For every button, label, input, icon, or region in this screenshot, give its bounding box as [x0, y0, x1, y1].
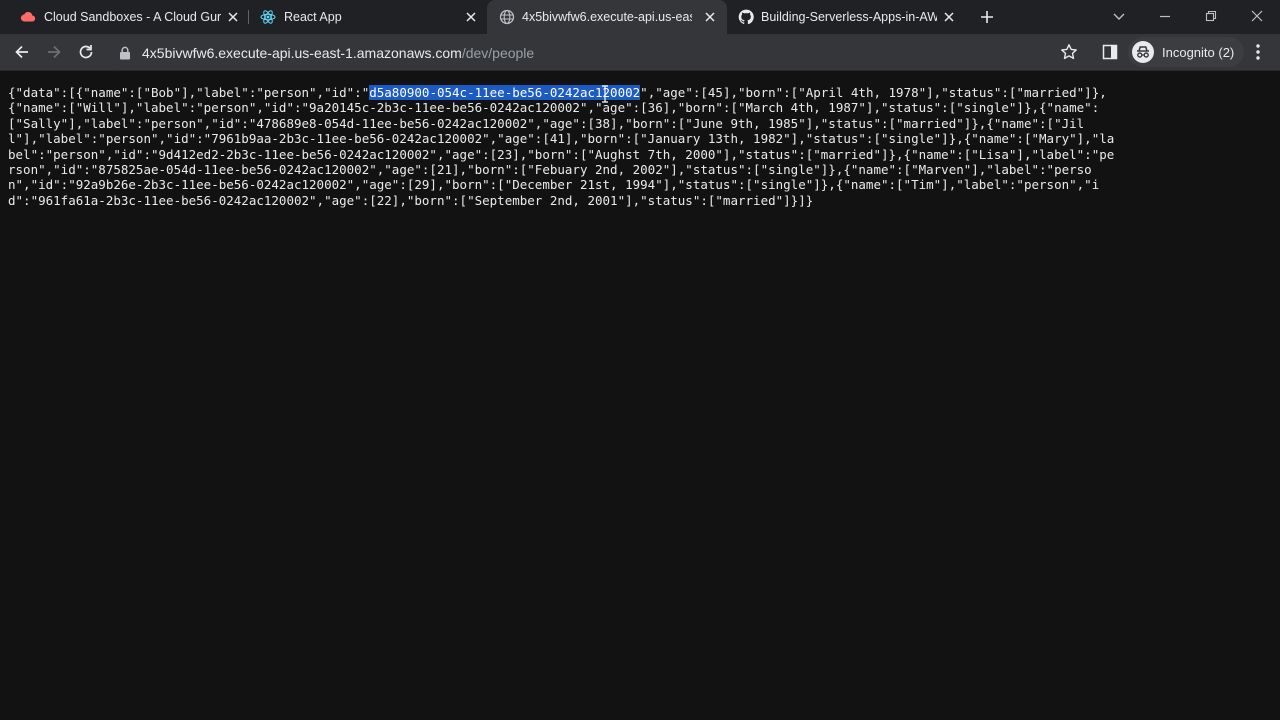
tab-github-repo[interactable]: Building-Serverless-Apps-in-AWS: [727, 0, 967, 34]
tab-react-app[interactable]: React App: [240, 0, 488, 34]
github-icon: [738, 9, 754, 25]
json-text-after-selection: ","age":[45],"born":["April 4th, 1978"],…: [8, 85, 1115, 208]
tab-close-icon[interactable]: [942, 10, 956, 24]
side-panel-icon[interactable]: [1102, 44, 1118, 60]
tab-cloud-sandboxes[interactable]: Cloud Sandboxes - A Cloud Guru: [0, 0, 248, 34]
back-arrow-icon[interactable]: [12, 42, 32, 62]
lock-icon[interactable]: [119, 46, 131, 60]
json-response-text[interactable]: {"data":[{"name":["Bob"],"label":"person…: [8, 85, 1120, 208]
text-cursor-icon: [602, 85, 608, 103]
minimize-icon[interactable]: [1157, 8, 1173, 24]
cloud-icon: [20, 11, 36, 22]
page-content: {"data":[{"name":["Bob"],"label":"person…: [0, 71, 1280, 720]
forward-arrow-icon[interactable]: [44, 42, 64, 62]
react-icon: [260, 10, 276, 24]
url-path: /dev/people: [461, 45, 535, 61]
tab-search-chevron-icon[interactable]: [1111, 8, 1127, 24]
profile-label: Incognito (2): [1162, 44, 1235, 60]
tab-title: Cloud Sandboxes - A Cloud Guru: [44, 10, 222, 24]
json-text-before-selection: {"data":[{"name":["Bob"],"label":"person…: [8, 85, 370, 100]
tab-title: React App: [284, 10, 342, 24]
tab-title: Building-Serverless-Apps-in-AWS: [761, 10, 937, 24]
tab-close-icon[interactable]: [226, 10, 240, 24]
bookmark-star-icon[interactable]: [1060, 43, 1078, 61]
tab-close-icon[interactable]: [703, 10, 717, 24]
url-host: 4x5bivwfw6.execute-api.us-east-1.amazona…: [142, 45, 462, 61]
incognito-icon: [1132, 41, 1154, 63]
more-menu-icon[interactable]: [1250, 42, 1266, 62]
tab-execute-api[interactable]: 4x5bivwfw6.execute-api.us-east-: [487, 0, 727, 34]
window-close-icon[interactable]: [1249, 8, 1265, 24]
tab-title: 4x5bivwfw6.execute-api.us-east-: [522, 10, 692, 24]
globe-icon: [499, 9, 515, 25]
browser-toolbar: 4x5bivwfw6.execute-api.us-east-1.amazona…: [0, 34, 1280, 70]
tab-strip: Cloud Sandboxes - A Cloud Guru React App…: [0, 0, 1280, 34]
address-bar[interactable]: 4x5bivwfw6.execute-api.us-east-1.amazona…: [108, 37, 1088, 67]
reload-icon[interactable]: [76, 42, 96, 62]
url-text: 4x5bivwfw6.execute-api.us-east-1.amazona…: [142, 45, 534, 61]
incognito-profile-button[interactable]: Incognito (2): [1128, 37, 1245, 67]
tab-close-icon[interactable]: [464, 10, 478, 24]
new-tab-plus-icon[interactable]: [978, 8, 996, 26]
selected-id-text: d5a80900-054c-11ee-be56-0242ac120002: [369, 85, 641, 100]
restore-icon[interactable]: [1203, 8, 1219, 24]
